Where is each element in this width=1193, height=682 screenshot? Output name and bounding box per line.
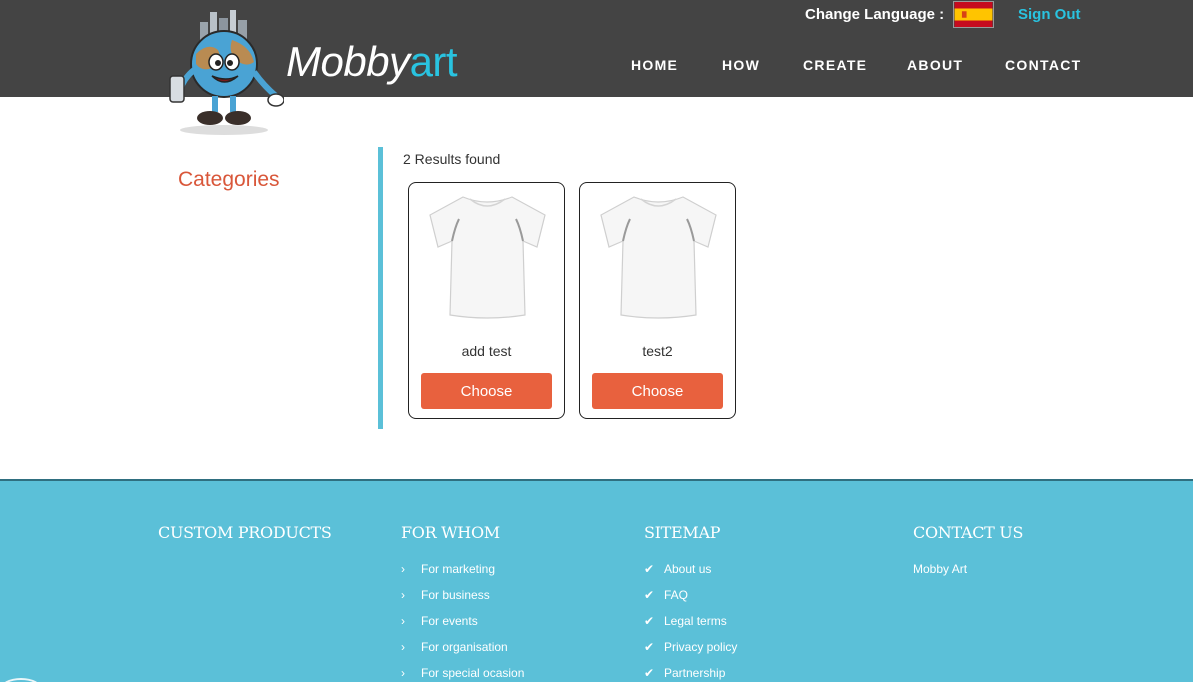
footer-link-label: For events <box>421 614 478 628</box>
footer-link-label: For organisation <box>421 640 508 654</box>
footer-heading: SITEMAP <box>644 523 721 542</box>
footer-link-label: Partnership <box>664 666 726 680</box>
footer-for-whom: FOR WHOM › For marketing › For business › F… <box>401 523 524 682</box>
check-icon: ✔ <box>644 666 655 680</box>
sign-out-link[interactable]: Sign Out <box>1018 6 1081 23</box>
product-name: add test <box>461 343 512 359</box>
choose-button[interactable]: Choose <box>421 373 552 409</box>
footer-link[interactable]: ✔ Privacy policy <box>644 640 737 666</box>
footer-link[interactable]: › For marketing <box>401 562 524 588</box>
nav-about[interactable]: ABOUT <box>907 57 963 73</box>
footer-link[interactable]: › For events <box>401 614 524 640</box>
chevron-right-icon: › <box>401 666 405 680</box>
footer-sitemap: SITEMAP ✔ About us ✔ FAQ ✔ Legal terms ✔ Pri… <box>644 523 737 682</box>
tshirt-image <box>429 196 546 319</box>
footer-link-label: For special ocasion <box>421 666 525 680</box>
brand-accent: art <box>409 38 458 85</box>
contact-company: Mobby Art <box>913 562 968 576</box>
choose-button[interactable]: Choose <box>592 373 723 409</box>
footer-link[interactable]: ✔ About us <box>644 562 737 588</box>
product-card: test2 Choose <box>579 182 736 419</box>
chevron-right-icon: › <box>401 562 405 576</box>
scroll-top-button[interactable] <box>0 678 42 682</box>
chevron-right-icon: › <box>401 640 405 654</box>
chevron-right-icon: › <box>401 588 405 602</box>
check-icon: ✔ <box>644 588 655 602</box>
nav-contact[interactable]: CONTACT <box>1005 57 1082 73</box>
check-icon: ✔ <box>644 614 655 628</box>
footer-contact: CONTACT US Mobby Art <box>913 523 1023 576</box>
site-footer: CUSTOM PRODUCTS FOR WHOM › For marketing … <box>0 479 1193 682</box>
change-language-label: Change Language : <box>805 6 945 23</box>
footer-link[interactable]: › For special ocasion <box>401 666 524 682</box>
results-count: 2 Results found <box>403 151 501 167</box>
chevron-right-icon: › <box>401 614 405 628</box>
footer-heading: CONTACT US <box>913 523 1024 542</box>
footer-link[interactable]: ✔ Partnership <box>644 666 737 682</box>
results-divider <box>378 147 383 429</box>
footer-link-label: For marketing <box>421 562 496 576</box>
footer-link[interactable]: › For organisation <box>401 640 524 666</box>
footer-link-label: For business <box>421 588 490 602</box>
footer-link-label: About us <box>664 562 712 576</box>
footer-heading: CUSTOM PRODUCTS <box>158 523 332 542</box>
brand-main: Mobby <box>286 38 410 85</box>
spain-flag-icon[interactable] <box>953 1 994 28</box>
product-name: test2 <box>642 343 673 359</box>
footer-link-label: FAQ <box>664 588 689 602</box>
check-icon: ✔ <box>644 640 655 654</box>
tshirt-image <box>600 196 717 319</box>
footer-link[interactable]: › For business <box>401 588 524 614</box>
footer-heading: FOR WHOM <box>401 523 500 542</box>
nav-home[interactable]: HOME <box>631 57 678 73</box>
categories-title: Categories <box>178 168 280 191</box>
footer-custom-products: CUSTOM PRODUCTS <box>158 523 332 562</box>
nav-how[interactable]: HOW <box>722 57 760 73</box>
check-icon: ✔ <box>644 562 655 576</box>
footer-link[interactable]: ✔ Legal terms <box>644 614 737 640</box>
footer-link-label: Privacy policy <box>664 640 738 654</box>
product-card: add test Choose <box>408 182 565 419</box>
footer-link[interactable]: ✔ FAQ <box>644 588 737 614</box>
brand-logo-text[interactable]: Mobbyart <box>286 38 458 86</box>
footer-link-label: Legal terms <box>664 614 727 628</box>
nav-create[interactable]: CREATE <box>803 57 867 73</box>
mascot-logo-icon[interactable] <box>166 6 284 138</box>
